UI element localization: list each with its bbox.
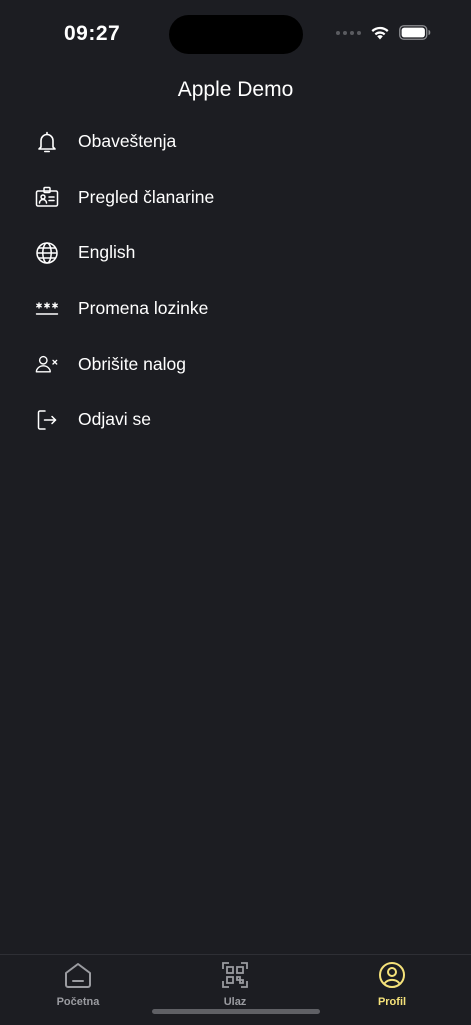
menu-item-label: Pregled članarine: [78, 186, 215, 207]
profile-icon: [378, 961, 406, 994]
menu-item-delete-account[interactable]: Obrišite nalog: [0, 336, 471, 392]
status-time: 09:27: [64, 22, 121, 45]
tab-label: Profil: [377, 996, 407, 1008]
profile-menu: Obaveštenja Pregled članarine English Pr…: [0, 114, 471, 448]
status-bar: 09:27: [0, 0, 471, 70]
home-icon: [63, 961, 93, 994]
menu-item-label: Promena lozinke: [78, 298, 209, 319]
tab-profile[interactable]: Profil: [342, 961, 442, 1008]
battery-icon: [399, 25, 431, 40]
tab-label: Ulaz: [223, 996, 247, 1008]
bell-icon: [35, 130, 59, 154]
dynamic-island: [169, 15, 303, 54]
page-title: Apple Demo: [177, 78, 294, 101]
tab-entry[interactable]: Ulaz: [185, 961, 285, 1008]
password-icon: [35, 297, 59, 321]
home-indicator[interactable]: [152, 1009, 320, 1014]
menu-item-label: English: [78, 242, 136, 263]
status-icons: [336, 25, 431, 40]
menu-item-label: Obrišite nalog: [78, 353, 186, 374]
menu-item-logout[interactable]: Odjavi se: [0, 392, 471, 448]
tab-bar: Početna Ulaz Profil: [0, 954, 471, 1025]
logout-icon: [35, 408, 59, 432]
wifi-icon: [371, 26, 389, 40]
menu-item-change-password[interactable]: Promena lozinke: [0, 281, 471, 337]
menu-item-label: Obaveštenja: [78, 131, 177, 152]
globe-icon: [35, 241, 59, 265]
tab-home[interactable]: Početna: [28, 961, 128, 1008]
menu-item-language[interactable]: English: [0, 225, 471, 281]
qr-code-icon: [221, 961, 249, 994]
membership-card-icon: [35, 185, 59, 209]
cellular-signal-icon: [336, 30, 361, 35]
tab-label: Početna: [56, 996, 100, 1008]
menu-item-notifications[interactable]: Obaveštenja: [0, 114, 471, 170]
menu-item-label: Odjavi se: [78, 409, 151, 430]
menu-item-membership[interactable]: Pregled članarine: [0, 170, 471, 226]
delete-user-icon: [35, 352, 59, 376]
